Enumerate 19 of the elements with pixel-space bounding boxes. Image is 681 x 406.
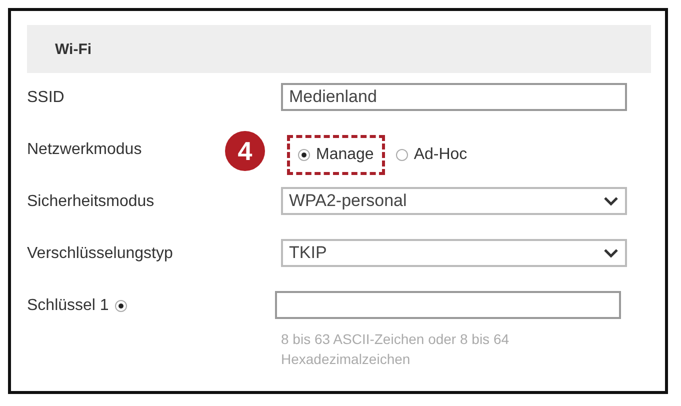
dropdown[interactable]: WPA2-personal (281, 187, 627, 215)
radio-button[interactable] (298, 149, 310, 161)
option-label: Manage (316, 146, 374, 164)
dropdown[interactable]: TKIP (281, 239, 627, 267)
field-label: Netzwerkmodus (27, 141, 142, 159)
field-label: SSID (27, 89, 64, 107)
option-label: Ad-Hoc (414, 146, 468, 164)
hint-text: 8 bis 63 ASCII-Zeichen oder 8 bis 64 Hexadezimalzeichen (280, 330, 510, 369)
key-field[interactable] (275, 291, 621, 319)
field-label: Sicherheitsmodus (27, 193, 154, 211)
field-label: Verschlüsselungstyp (27, 245, 173, 263)
section-title: Wi-Fi (55, 40, 92, 58)
chevron-down-icon (603, 248, 619, 258)
chevron-down-icon (603, 196, 619, 206)
step-badge: 4 (225, 131, 265, 171)
field-label: Schlüssel 1 (27, 297, 109, 315)
radio-button[interactable] (396, 149, 408, 161)
ssid-field[interactable]: Medienland (281, 83, 627, 111)
radio-button[interactable] (114, 300, 127, 312)
